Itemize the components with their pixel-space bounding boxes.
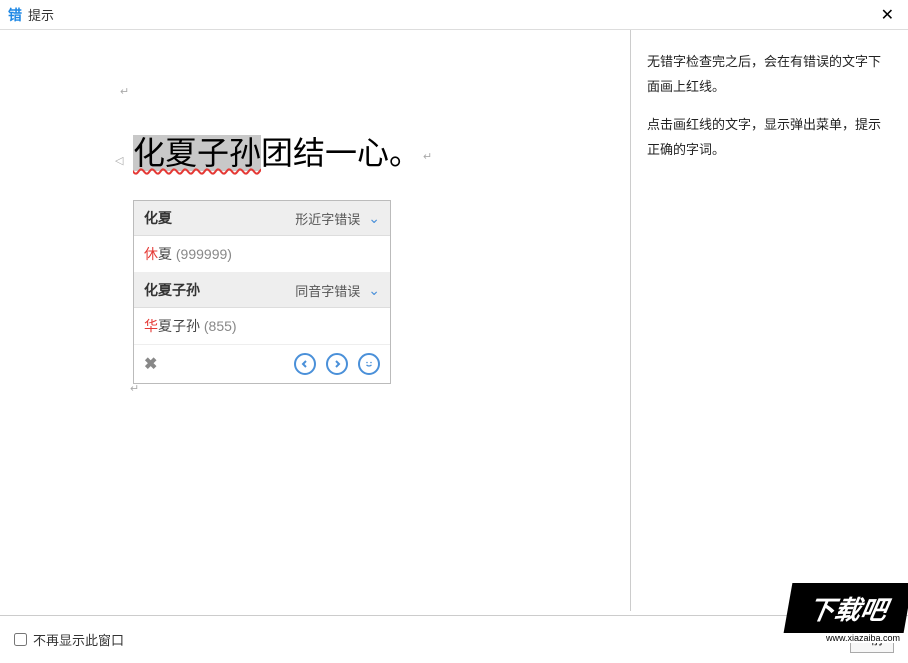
popup-toolbar: ✖ (134, 345, 390, 383)
popup-errortype-2: 同音字错误 (295, 281, 360, 300)
triangle-marker: ◁ (115, 154, 123, 167)
chevron-down-icon[interactable]: ⌄ (368, 210, 380, 227)
checkbox-text: 不再显示此窗口 (33, 630, 124, 649)
popup-errortype-1: 形近字错误 (295, 209, 360, 228)
chevron-down-icon[interactable]: ⌄ (368, 282, 380, 299)
smile-icon[interactable] (358, 353, 380, 375)
error-span[interactable]: 化夏子孙 (133, 135, 261, 171)
next-icon[interactable] (326, 353, 348, 375)
popup-header-2[interactable]: 化夏子孙 同音字错误 ⌄ (134, 273, 390, 308)
suggestion-freq-2: (855) (204, 318, 237, 334)
paragraph-end-marker: ↵ (423, 151, 432, 163)
close-icon[interactable]: ✕ (875, 3, 900, 27)
prev-icon[interactable] (294, 353, 316, 375)
suggestion-freq-1: (999999) (176, 246, 232, 262)
paragraph-marker: ↵ (120, 85, 129, 98)
popup-word-1: 化夏 (144, 208, 172, 228)
footer: 不再显示此窗口 < 前 (0, 615, 908, 663)
dismiss-icon[interactable]: ✖ (144, 354, 157, 374)
suggestion-red-2: 华 (144, 318, 158, 334)
document-pane: ↵ 化夏子孙团结一心。↵ ◁ 化夏 形近字错误 ⌄ 休夏 (999999) 化夏… (0, 30, 630, 611)
main-area: ↵ 化夏子孙团结一心。↵ ◁ 化夏 形近字错误 ⌄ 休夏 (999999) 化夏… (0, 30, 908, 611)
help-text-2: 点击画红线的文字，显示弹出菜单，提示正确的字词。 (647, 113, 892, 162)
suggestion-rest-2: 夏子孙 (158, 318, 200, 334)
paragraph-marker: ↵ (130, 382, 139, 395)
sentence-rest: 团结一心。 (261, 135, 421, 171)
popup-word-2: 化夏子孙 (144, 280, 200, 300)
prev-button[interactable]: < 前 (850, 626, 894, 653)
dont-show-checkbox[interactable] (14, 633, 27, 646)
help-text-1: 无错字检查完之后，会在有错误的文字下面画上红线。 (647, 50, 892, 99)
suggestion-rest-1: 夏 (158, 246, 172, 262)
titlebar: 错 提示 ✕ (0, 0, 908, 30)
popup-header-1[interactable]: 化夏 形近字错误 ⌄ (134, 201, 390, 236)
help-pane: 无错字检查完之后，会在有错误的文字下面画上红线。 点击画红线的文字，显示弹出菜单… (630, 30, 908, 611)
popup-suggestion-2[interactable]: 华夏子孙 (855) (134, 308, 390, 345)
app-icon: 错 (8, 5, 22, 25)
dont-show-checkbox-label[interactable]: 不再显示此窗口 (14, 630, 124, 649)
correction-popup: 化夏 形近字错误 ⌄ 休夏 (999999) 化夏子孙 同音字错误 ⌄ 华夏子孙… (133, 200, 391, 384)
sentence-text[interactable]: 化夏子孙团结一心。↵ (133, 128, 432, 174)
popup-suggestion-1[interactable]: 休夏 (999999) (134, 236, 390, 273)
window-title: 提示 (28, 5, 54, 24)
suggestion-red-1: 休 (144, 246, 158, 262)
